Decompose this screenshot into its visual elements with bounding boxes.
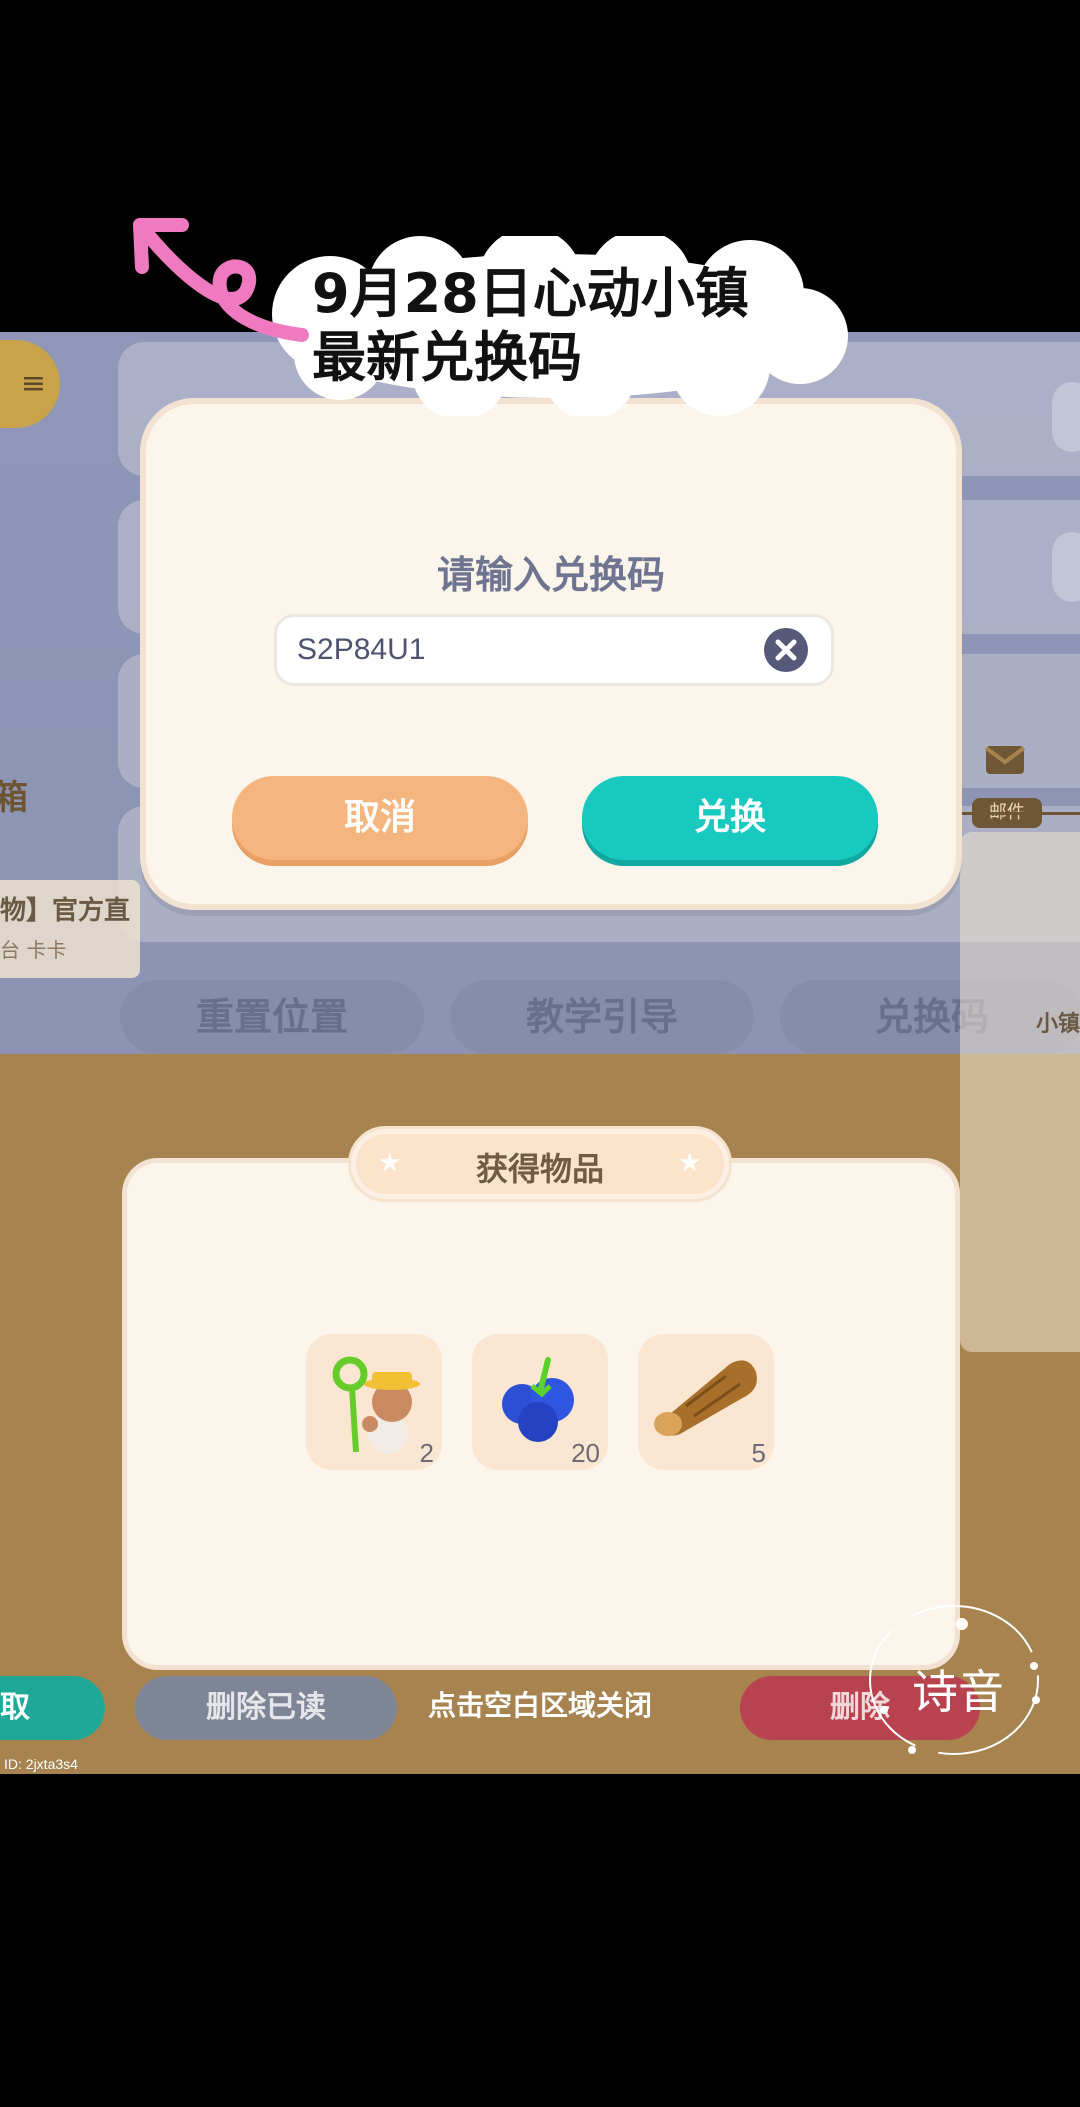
item-count: 5 xyxy=(751,1438,766,1468)
banner-line-2: 最新兑换码 xyxy=(312,326,582,389)
mail-detail-text: 小镇 xyxy=(1036,1012,1080,1037)
pink-arrow-icon xyxy=(133,218,309,342)
reward-item[interactable]: 5 xyxy=(638,1334,774,1470)
delete-read-button[interactable]: 删除已读 xyxy=(135,1676,397,1740)
wood-log-icon xyxy=(654,1360,757,1436)
redeem-button[interactable]: 兑换 xyxy=(582,776,878,860)
blueberry-icon xyxy=(502,1357,574,1442)
item-count: 2 xyxy=(419,1438,434,1468)
redeem-dialog-title: 请输入兑换码 xyxy=(436,553,665,597)
cancel-button[interactable]: 取消 xyxy=(232,776,528,860)
rewards-title: 获得物品 xyxy=(475,1150,604,1188)
claim-button[interactable]: 取 xyxy=(0,1676,105,1740)
mail-item-title: 物】官方直 xyxy=(0,896,131,926)
toggle-knob[interactable] xyxy=(1052,532,1080,602)
watermark-text: 诗音 xyxy=(912,1665,1004,1719)
user-id-text: ID: 2jxta3s4 xyxy=(4,1756,78,1772)
mail-detail-panel xyxy=(960,832,1080,1352)
banner-line-1: 9月28日心动小镇 xyxy=(312,262,749,325)
reward-item[interactable]: 20 xyxy=(472,1334,608,1470)
reset-position-button[interactable]: 重置位置 xyxy=(120,980,424,1054)
redeem-code-input[interactable] xyxy=(274,614,834,686)
banner-title: 9月28日心动小镇 最新兑换码 xyxy=(312,262,749,390)
tutorial-button[interactable]: 教学引导 xyxy=(450,980,754,1054)
reward-item[interactable]: 2 xyxy=(306,1334,442,1470)
mail-icon[interactable] xyxy=(972,742,1038,786)
toggle-knob[interactable] xyxy=(1052,382,1080,452)
close-hint-text: 点击空白区域关闭 xyxy=(427,1689,652,1722)
clear-input-icon[interactable] xyxy=(764,628,808,672)
redeem-code-dialog: 请输入兑换码 取消 兑换 xyxy=(140,398,962,910)
mailbox-title: 箱 xyxy=(0,778,28,818)
item-count: 20 xyxy=(571,1438,600,1468)
mail-item-sender: 台 卡卡 xyxy=(0,938,67,962)
